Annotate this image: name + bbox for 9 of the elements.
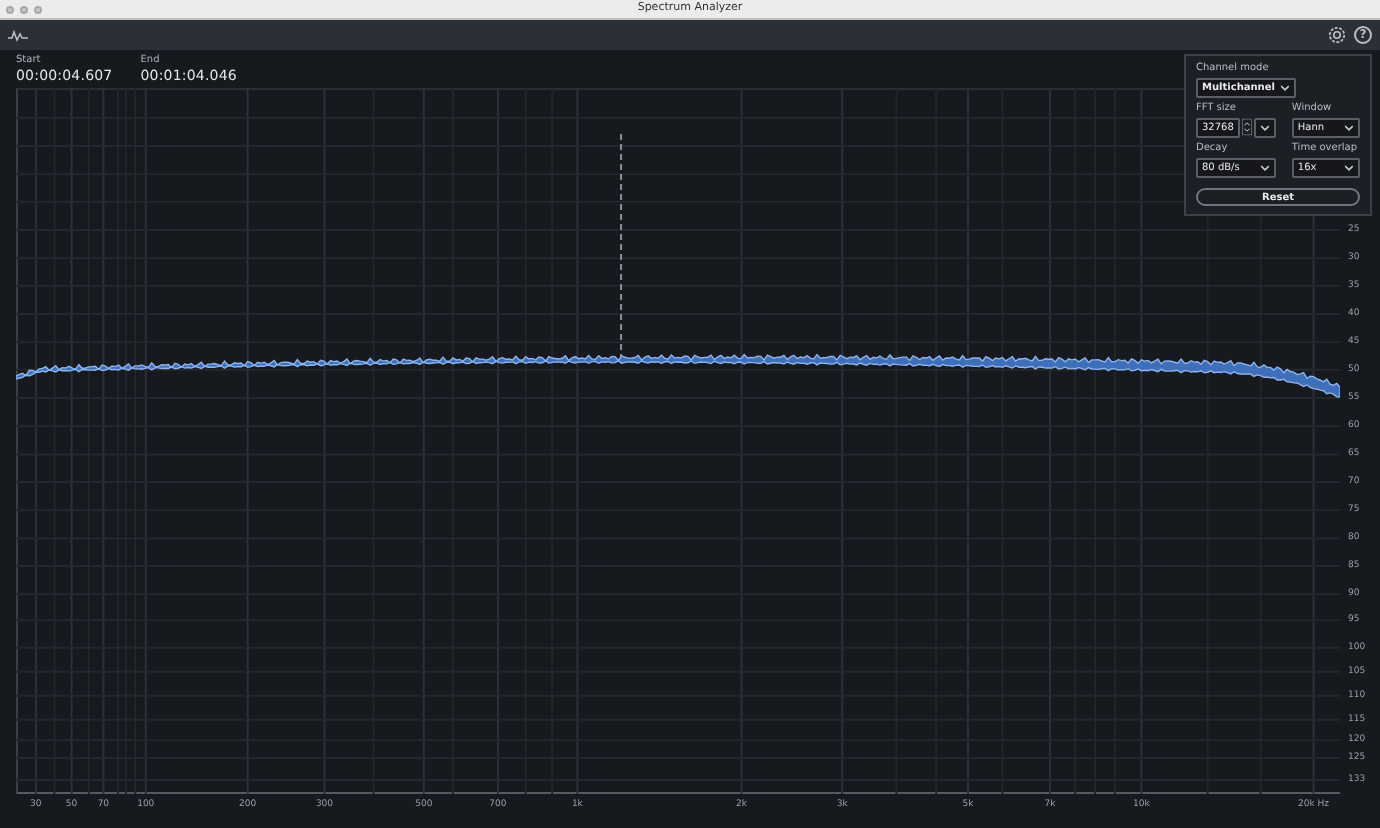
caret-icon [1344,164,1354,172]
settings-icon[interactable] [1328,26,1346,44]
caret-icon [1344,124,1354,132]
stepper-icon[interactable] [1241,118,1252,136]
caret-icon [1280,84,1291,92]
caret-icon [1259,164,1270,172]
waveform-icon[interactable] [8,29,28,41]
dropdown[interactable] [1253,118,1276,138]
caret-icon [1259,124,1270,132]
